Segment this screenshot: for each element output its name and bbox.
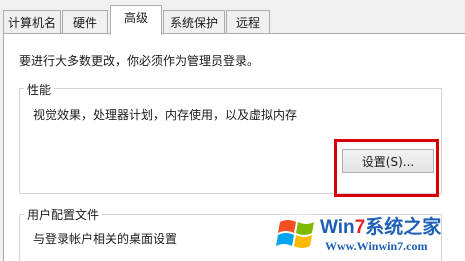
tab-computer-name[interactable]: 计算机名 [3, 10, 61, 33]
user-profiles-group-title: 用户配置文件 [24, 206, 103, 223]
tab-remote[interactable]: 远程 [226, 10, 270, 33]
performance-description: 视觉效果，处理器计划，内存使用，以及虚拟内存 [33, 108, 298, 122]
tab-advanced[interactable]: 高级 [110, 5, 162, 35]
tab-hardware[interactable]: 硬件 [62, 10, 108, 33]
performance-settings-button[interactable]: 设置(S)... [342, 149, 434, 173]
tab-strip: 计算机名 硬件 系统保护 远程 高级 [0, 0, 465, 35]
tab-system-protection[interactable]: 系统保护 [163, 10, 225, 33]
user-profiles-description: 与登录帐户相关的桌面设置 [33, 232, 178, 246]
performance-group [19, 88, 442, 194]
performance-group-title: 性能 [24, 81, 55, 98]
admin-notice: 要进行大多数更改，你必须作为管理员登录。 [19, 54, 260, 68]
